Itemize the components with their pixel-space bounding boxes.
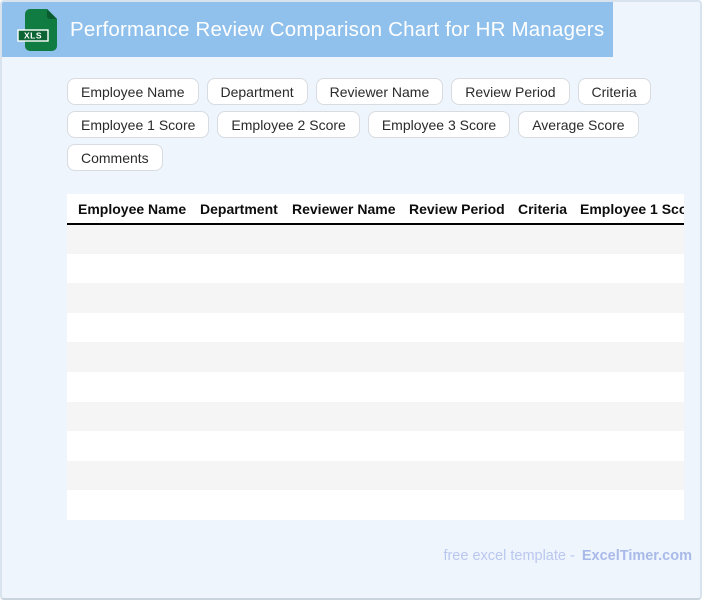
footer-prefix: free excel template - [443, 548, 575, 564]
table-cell [189, 224, 281, 254]
xls-badge-label: XLS [24, 30, 42, 40]
table-cell [507, 372, 569, 402]
table-cell [569, 224, 684, 254]
table-cell [67, 313, 189, 343]
column-header-department: Department [189, 194, 281, 225]
table-cell [569, 372, 684, 402]
table-row [67, 253, 684, 284]
column-header-employee-name: Employee Name [67, 194, 189, 225]
table-cell [507, 461, 569, 491]
table-cell [281, 283, 398, 313]
chip-average-score[interactable]: Average Score [518, 111, 639, 138]
table-cell [398, 313, 507, 343]
table-cell [281, 313, 398, 343]
table-cell [398, 342, 507, 372]
column-header-employee-1-score: Employee 1 Score [569, 194, 684, 225]
table-cell [507, 313, 569, 343]
table-cell [281, 431, 398, 461]
table-cell [67, 490, 189, 520]
table-cell [189, 490, 281, 520]
table-cell [398, 224, 507, 254]
field-chips: Employee Name Department Reviewer Name Revi… [67, 78, 687, 171]
table-cell [569, 431, 684, 461]
table-cell [189, 402, 281, 432]
chip-review-period[interactable]: Review Period [451, 78, 570, 105]
table-cell [67, 402, 189, 432]
table-cell [507, 431, 569, 461]
table-cell [189, 372, 281, 402]
page: XLS Performance Review Comparison Chart … [0, 0, 702, 600]
table-container: Employee Name Department Reviewer Name Revi… [67, 194, 684, 520]
table-cell [569, 490, 684, 520]
table-row [67, 371, 684, 402]
table-cell [281, 254, 398, 284]
table-row [67, 460, 684, 491]
table-cell [507, 283, 569, 313]
table-cell [189, 313, 281, 343]
table-cell [189, 342, 281, 372]
page-title: Performance Review Comparison Chart for … [70, 17, 605, 41]
xls-file-icon: XLS [17, 8, 57, 51]
table-cell [281, 490, 398, 520]
table-cell [569, 342, 684, 372]
chip-department[interactable]: Department [206, 78, 308, 105]
table-cell [67, 461, 189, 491]
table-row [67, 283, 684, 313]
table-cell [67, 342, 189, 372]
exceltimer-link[interactable]: ExcelTimer.com [582, 548, 692, 564]
table-cell [398, 372, 507, 402]
table-cell [189, 254, 281, 284]
chip-employee-1-score[interactable]: Employee 1 Score [67, 111, 210, 138]
table-cell [398, 254, 507, 284]
table-cell [67, 254, 189, 284]
table-cell [507, 342, 569, 372]
table-row [67, 224, 684, 254]
table-cell [507, 402, 569, 432]
table-cell [281, 372, 398, 402]
chip-reviewer-name[interactable]: Reviewer Name [315, 78, 444, 105]
table-cell [569, 461, 684, 491]
table-cell [67, 224, 189, 254]
table-cell [569, 254, 684, 284]
table-cell [398, 490, 507, 520]
title-bar: XLS Performance Review Comparison Chart … [2, 2, 613, 57]
footer-credit: free excel template - ExcelTimer.com [443, 548, 692, 564]
chip-employee-name[interactable]: Employee Name [67, 78, 199, 105]
table-row [67, 490, 684, 520]
table-cell [281, 224, 398, 254]
table-cell [67, 431, 189, 461]
table-row [67, 431, 684, 461]
table-cell [398, 461, 507, 491]
table-cell [189, 283, 281, 313]
table-cell [569, 283, 684, 313]
table-cell [189, 461, 281, 491]
chip-criteria[interactable]: Criteria [577, 78, 651, 105]
column-header-review-period: Review Period [398, 194, 507, 225]
table-cell [189, 431, 281, 461]
table-cell [67, 372, 189, 402]
table-cell [569, 313, 684, 343]
table-cell [67, 283, 189, 313]
chip-employee-3-score[interactable]: Employee 3 Score [367, 111, 511, 138]
table-cell [507, 224, 569, 254]
table-cell [281, 342, 398, 372]
table-row [67, 342, 684, 372]
table-cell [281, 402, 398, 432]
table-cell [398, 431, 507, 461]
table-cell [507, 490, 569, 520]
table-cell [281, 461, 398, 491]
chip-comments[interactable]: Comments [67, 144, 163, 171]
column-header-criteria: Criteria [507, 194, 569, 225]
table-cell [569, 402, 684, 432]
table-row [67, 401, 684, 432]
table-cell [507, 254, 569, 284]
column-header-reviewer-name: Reviewer Name [281, 194, 398, 225]
table-row [67, 312, 684, 343]
chip-employee-2-score[interactable]: Employee 2 Score [217, 111, 360, 138]
table-cell [398, 283, 507, 313]
comparison-table: Employee Name Department Reviewer Name Revi… [67, 194, 684, 520]
table-header-row: Employee Name Department Reviewer Name Revi… [67, 194, 684, 225]
table-cell [398, 402, 507, 432]
